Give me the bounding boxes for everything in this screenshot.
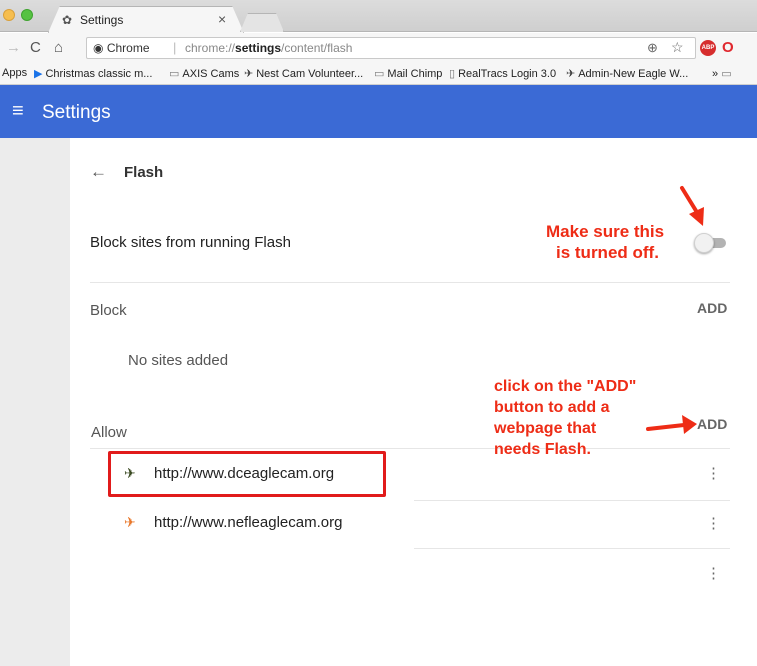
divider — [414, 500, 730, 501]
hamburger-menu-icon[interactable]: ≡ — [12, 101, 24, 121]
url-host: settings — [235, 41, 282, 55]
divider — [414, 548, 730, 549]
home-icon[interactable]: ⌂ — [54, 39, 63, 56]
reload-icon[interactable]: C — [30, 39, 41, 56]
url-separator: | — [173, 40, 177, 55]
folder-icon: ▭ — [721, 68, 732, 80]
more-options-icon[interactable]: ⋮ — [706, 566, 721, 581]
site-menu-icon[interactable]: ⋮ — [706, 466, 721, 481]
bookmark-star-icon[interactable]: ☆ — [671, 39, 684, 56]
site-menu-icon[interactable]: ⋮ — [706, 516, 721, 531]
minimize-window-button[interactable] — [3, 9, 15, 21]
list-item[interactable]: ✈ http://www.nefleaglecam.org — [124, 514, 342, 531]
tab-strip: ✿ Settings × — [0, 0, 757, 33]
add-annotation-line-2: button to add a — [494, 399, 610, 416]
forward-arrow-icon[interactable]: → — [6, 39, 21, 56]
divider — [90, 282, 730, 283]
add-annotation: click on the "ADD" button to add a webpa… — [494, 376, 636, 460]
bookmark-realtracs[interactable]: ▯ RealTracs Login 3.0 — [449, 67, 556, 80]
tab-settings[interactable] — [48, 6, 244, 33]
close-tab-icon[interactable]: × — [218, 11, 226, 27]
allow-add-button[interactable]: ADD — [697, 416, 727, 432]
allow-section-label: Allow — [91, 424, 127, 441]
add-annotation-line-3: webpage that — [494, 420, 597, 437]
folder-icon: ▭ — [169, 68, 180, 80]
address-bar[interactable]: ◉ Chrome | chrome://settings/content/fla… — [86, 37, 696, 59]
chrome-icon: ◉ — [93, 41, 104, 55]
left-rail — [0, 138, 70, 666]
block-flash-label: Block sites from running Flash — [90, 234, 291, 251]
highlight-box — [108, 451, 386, 497]
bookmark-blue-icon: ▶ — [34, 68, 43, 80]
bookmark-apps[interactable]: Apps — [2, 67, 27, 79]
adblock-extension-icon[interactable]: ABP — [700, 40, 716, 56]
settings-header: ≡ Settings — [0, 85, 757, 138]
block-section-label: Block — [90, 302, 127, 319]
bookmark-axis-cams[interactable]: ▭ AXIS Cams — [169, 67, 239, 80]
bookmark-mail-chimp[interactable]: ▭ Mail Chimp — [374, 67, 442, 80]
bookmark-nest-cam[interactable]: ✈ Nest Cam Volunteer... — [244, 67, 363, 80]
block-empty-message: No sites added — [128, 352, 229, 369]
toggle-annotation-line-2: is turned off. — [556, 243, 659, 262]
block-add-button[interactable]: ADD — [697, 300, 727, 316]
tab-title: Settings — [80, 13, 124, 27]
toggle-annotation: Make sure this is turned off. — [546, 221, 664, 263]
block-flash-toggle[interactable] — [694, 233, 726, 253]
back-arrow-icon[interactable]: ← — [90, 162, 107, 182]
chrome-chip: ◉ Chrome — [93, 41, 150, 55]
bookmarks-overflow-button[interactable]: » ▭ — [712, 67, 735, 80]
chrome-chip-label: Chrome — [106, 41, 150, 55]
site-url: http://www.nefleaglecam.org — [154, 514, 343, 531]
eagle-icon: ✈ — [244, 68, 254, 80]
toggle-annotation-line-1: Make sure this — [546, 222, 665, 241]
bookmarks-bar: Apps ▶ Christmas classic m... ▭ AXIS Cams … — [0, 63, 757, 85]
header-title: Settings — [42, 102, 111, 123]
eagle-icon: ✈ — [566, 68, 576, 80]
add-annotation-line-4: needs Flash. — [494, 441, 591, 458]
new-tab-button[interactable] — [240, 13, 284, 32]
toggle-knob — [694, 233, 714, 253]
bookmark-admin-eagle[interactable]: ✈ Admin-New Eagle W... — [566, 67, 688, 80]
settings-card — [70, 138, 757, 666]
page-icon: ▯ — [449, 68, 456, 80]
url-text: chrome://settings/content/flash — [185, 41, 352, 55]
url-prefix: chrome:// — [185, 41, 236, 55]
opera-extension-icon[interactable]: O — [722, 39, 734, 56]
gear-icon: ✿ — [62, 13, 73, 27]
add-annotation-line-1: click on the "ADD" — [494, 378, 637, 395]
folder-icon: ▭ — [374, 68, 385, 80]
zoom-icon[interactable]: ⊕ — [647, 40, 658, 56]
page-title: Flash — [124, 164, 164, 181]
bookmark-christmas[interactable]: ▶ Christmas classic m... — [34, 67, 152, 80]
maximize-window-button[interactable] — [21, 9, 33, 21]
eagle-orange-icon: ✈ — [124, 514, 136, 530]
url-path: /content/flash — [281, 41, 353, 55]
toolbar: → C ⌂ ◉ Chrome | chrome://settings/conte… — [0, 33, 757, 63]
